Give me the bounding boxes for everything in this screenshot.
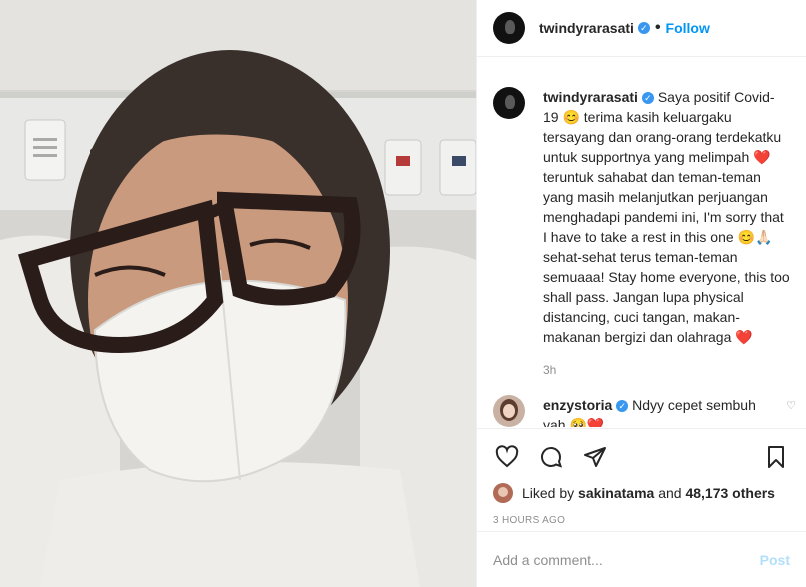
comment-like-icon[interactable]: ♡ (786, 399, 796, 412)
comment-icon[interactable] (537, 443, 565, 471)
commenter-avatar[interactable] (493, 395, 525, 427)
heart-icon[interactable] (493, 443, 521, 471)
liker-username[interactable]: sakinatama (578, 485, 654, 501)
author-username[interactable]: twindyrarasati (539, 20, 634, 36)
selfie-illustration (0, 0, 476, 587)
caption-time: 3h (543, 363, 557, 377)
add-comment-bar: Post (477, 531, 806, 587)
comment-row: enzystoria ✓ Ndyy cepet sembuh yah 🥺❤️ ♡ (493, 395, 796, 427)
likes-count[interactable]: 48,173 others (685, 485, 775, 501)
action-icons (493, 443, 790, 471)
verified-icon: ✓ (637, 22, 650, 34)
action-bar: Liked by sakinatama and 48,173 others 3 … (477, 428, 806, 526)
share-icon[interactable] (581, 443, 609, 471)
likes-prefix: Liked by (522, 485, 575, 501)
verified-icon: ✓ (616, 400, 629, 413)
likes-and: and (658, 485, 682, 501)
posted-ago[interactable]: 3 HOURS AGO (493, 515, 790, 526)
separator-dot: • (654, 19, 661, 36)
caption-avatar[interactable] (493, 87, 525, 119)
post-photo[interactable] (0, 0, 476, 587)
verified-icon: ✓ (641, 92, 654, 105)
post-button[interactable]: Post (760, 552, 790, 568)
caption-text: Saya positif Covid-19 😊 terima kasih kel… (543, 89, 794, 345)
author-avatar[interactable] (493, 12, 525, 44)
commenter-username[interactable]: enzystoria (543, 397, 612, 413)
post-sidebar: twindyrarasati ✓ • Follow twindyrarasati… (476, 0, 806, 587)
caption-username[interactable]: twindyrarasati (543, 89, 638, 105)
follow-button[interactable]: Follow (666, 20, 710, 36)
comment-text-block: enzystoria ✓ Ndyy cepet sembuh yah 🥺❤️ (543, 395, 778, 427)
caption-text-block: twindyrarasati ✓ Saya positif Covid-19 😊 … (543, 87, 790, 347)
comments-area[interactable]: twindyrarasati ✓ Saya positif Covid-19 😊 … (477, 57, 806, 427)
caption: twindyrarasati ✓ Saya positif Covid-19 😊 … (493, 87, 790, 347)
liker-avatar[interactable] (493, 483, 513, 503)
likes-row: Liked by sakinatama and 48,173 others (493, 483, 790, 503)
post-header: twindyrarasati ✓ • Follow (477, 0, 806, 57)
comment-input[interactable] (493, 551, 760, 568)
bookmark-icon[interactable] (762, 443, 790, 471)
